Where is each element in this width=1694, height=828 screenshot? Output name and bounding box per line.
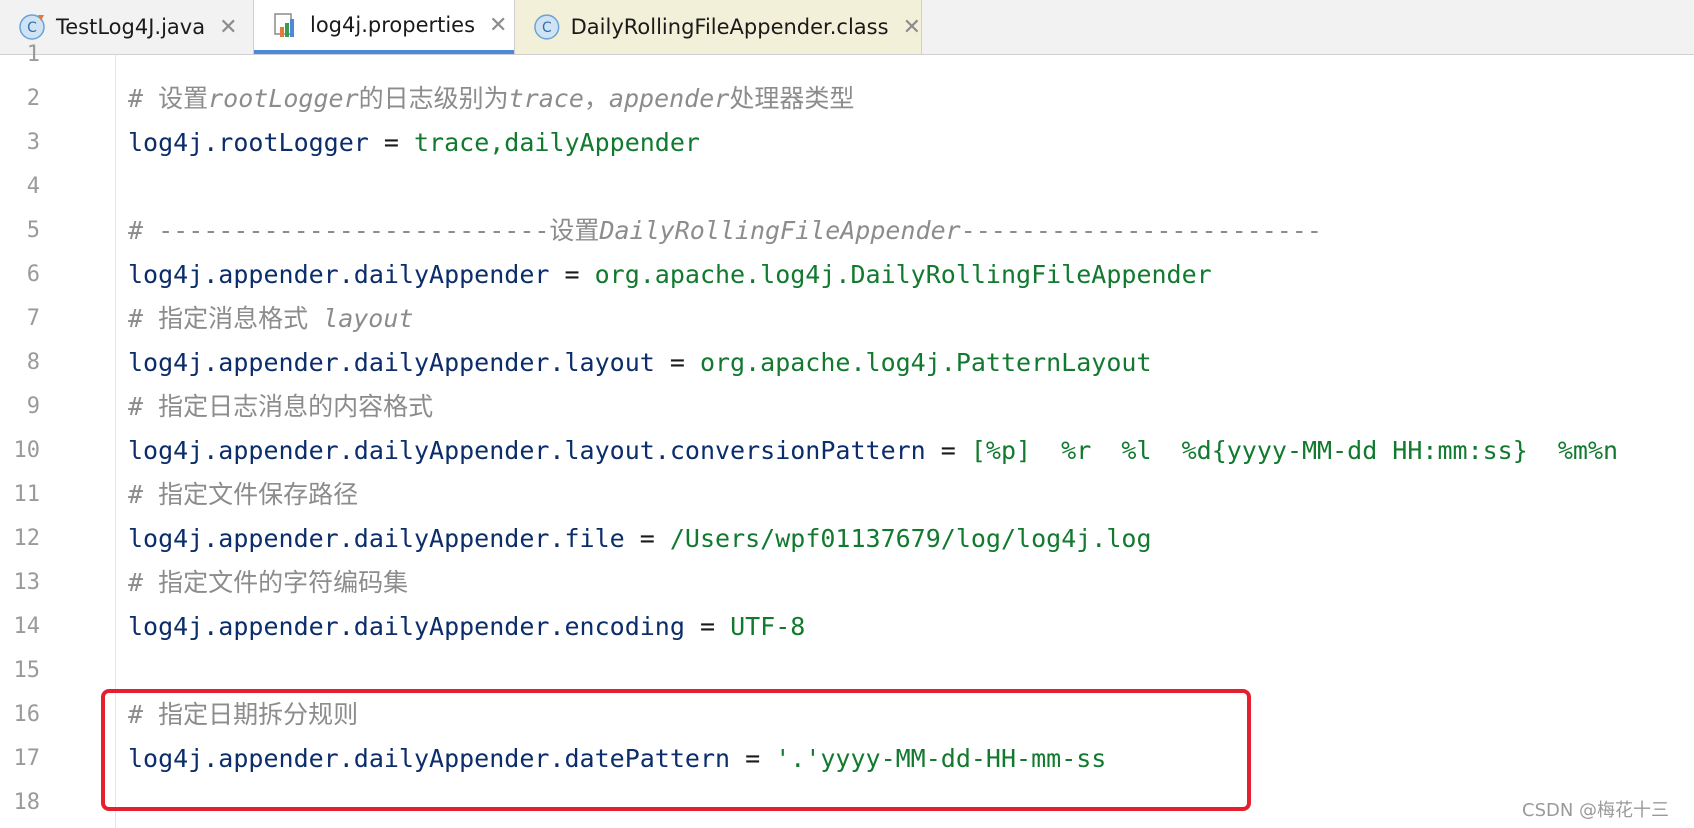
- code-line: log4j.appender.dailyAppender = org.apach…: [128, 253, 1212, 297]
- comment-text: ，: [583, 84, 609, 113]
- code-line: # 指定消息格式 layout: [128, 297, 413, 341]
- code-line: # 指定文件保存路径: [128, 473, 358, 517]
- line-number: 18: [13, 790, 41, 815]
- line-number: 15: [13, 658, 41, 683]
- property-separator: =: [549, 260, 595, 289]
- line-number: 12: [13, 526, 41, 551]
- line-number: 4: [26, 174, 40, 199]
- class-file-icon: C: [534, 14, 560, 40]
- code-line: log4j.appender.dailyAppender.layout = or…: [128, 341, 1152, 385]
- line-number: 3: [26, 130, 40, 155]
- close-icon[interactable]: ✕: [489, 13, 507, 38]
- code-line: log4j.appender.dailyAppender.encoding = …: [128, 605, 805, 649]
- close-icon[interactable]: ✕: [219, 15, 237, 40]
- property-value: /Users/wpf01137679/log/log4j.log: [669, 524, 1152, 553]
- property-value: trace,dailyAppender: [413, 128, 700, 157]
- line-number: 17: [13, 746, 41, 771]
- comment-italic: appender: [608, 84, 730, 113]
- code-line: log4j.rootLogger = trace,dailyAppender: [128, 121, 700, 165]
- tab-divider: [921, 0, 922, 54]
- line-number: 8: [26, 350, 40, 375]
- line-number-gutter: 1 2 3 4 5 6 7 8 9 10 11 12 13 14 15 16 17 18: [0, 42, 116, 828]
- properties-file-icon: [274, 13, 294, 37]
- watermark: CSDN @梅花十三: [1522, 800, 1670, 821]
- line-number: 1: [26, 42, 40, 67]
- comment-italic: layout: [323, 304, 414, 333]
- code-line: # 指定日志消息的内容格式: [128, 385, 433, 429]
- line-number: 14: [13, 614, 41, 639]
- line-number: 5: [26, 218, 40, 243]
- property-separator: =: [925, 436, 971, 465]
- code-line: # 指定文件的字符编码集: [128, 561, 408, 605]
- tab-dailyrollingfileappender-class[interactable]: C DailyRollingFileAppender.class ✕: [515, 0, 921, 54]
- property-key: log4j.appender.dailyAppender.file: [128, 524, 625, 553]
- comment-text: # 指定文件保存路径: [128, 480, 359, 509]
- property-key: log4j.rootLogger: [128, 128, 369, 157]
- code-line: log4j.appender.dailyAppender.file = /Use…: [128, 517, 1152, 561]
- line-number: 7: [26, 306, 40, 331]
- code-line: log4j.appender.dailyAppender.layout.conv…: [128, 429, 1618, 473]
- editor-tab-bar: C TestLog4J.java ✕ log4j.properties ✕ C …: [0, 0, 1694, 55]
- tab-label: log4j.properties: [310, 13, 476, 37]
- property-key: log4j.appender.dailyAppender.layout: [128, 348, 655, 377]
- comment-text: # 指定文件的字符编码集: [128, 568, 409, 597]
- comment-italic: DailyRollingFileAppender: [599, 216, 961, 245]
- property-value: org.apache.log4j.DailyRollingFileAppende…: [594, 260, 1212, 289]
- close-icon[interactable]: ✕: [903, 15, 921, 40]
- comment-text: # --------------------------设置: [128, 216, 600, 245]
- property-value: org.apache.log4j.PatternLayout: [699, 348, 1152, 377]
- property-key: log4j.appender.dailyAppender: [128, 260, 550, 289]
- property-separator: =: [684, 612, 731, 641]
- comment-text: ------------------------: [960, 216, 1322, 245]
- line-number: 16: [13, 702, 41, 727]
- comment-text: # 指定消息格式: [128, 304, 324, 333]
- property-value: [%p] %r %l %d{yyyy-MM-dd HH:mm:ss} %m%n: [970, 436, 1619, 465]
- code-line: # 设置rootLogger的日志级别为trace，appender处理器类型: [128, 77, 854, 121]
- line-number: 11: [13, 482, 41, 507]
- line-number: 13: [13, 570, 41, 595]
- property-value: UTF-8: [730, 612, 806, 641]
- comment-italic: rootLogger: [208, 84, 359, 113]
- tab-label: DailyRollingFileAppender.class: [570, 15, 889, 39]
- property-key: log4j.appender.dailyAppender.layout.conv…: [128, 436, 926, 465]
- comment-text: # 指定日志消息的内容格式: [128, 392, 434, 421]
- code-line: # --------------------------设置DailyRolli…: [128, 209, 1322, 253]
- highlight-box: [101, 689, 1251, 811]
- comment-text: # 设置: [128, 84, 209, 113]
- comment-text: 的日志级别为: [358, 84, 509, 113]
- property-key: log4j.appender.dailyAppender.encoding: [128, 612, 685, 641]
- line-number: 9: [26, 394, 40, 419]
- property-separator: =: [654, 348, 700, 377]
- line-number: 2: [26, 86, 40, 111]
- tab-log4j-properties[interactable]: log4j.properties ✕: [254, 0, 514, 54]
- comment-text: 处理器类型: [729, 84, 855, 113]
- tab-label: TestLog4J.java: [56, 15, 206, 39]
- property-separator: =: [368, 128, 414, 157]
- line-number: 10: [13, 438, 41, 463]
- svg-text:C: C: [542, 20, 552, 36]
- comment-italic: trace: [508, 84, 584, 113]
- line-number: 6: [26, 262, 40, 287]
- property-separator: =: [624, 524, 670, 553]
